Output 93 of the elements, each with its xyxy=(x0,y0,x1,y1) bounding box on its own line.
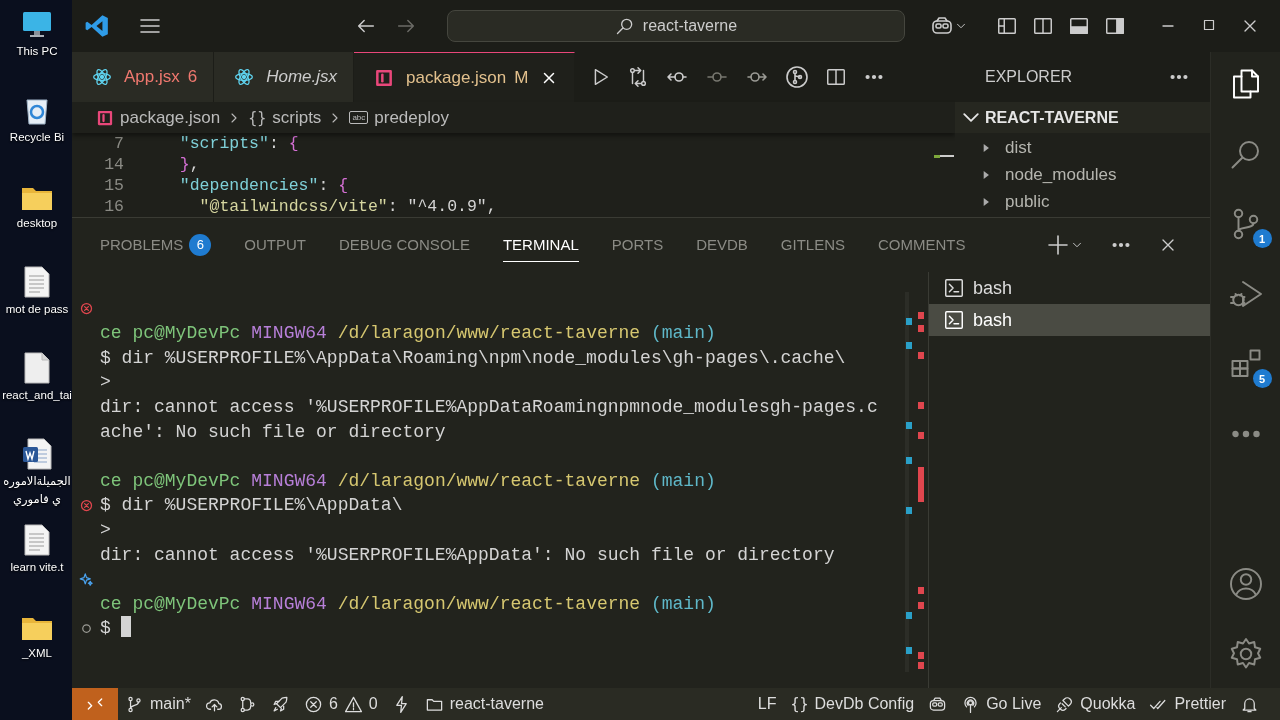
desktop-icon-label: desktop xyxy=(16,216,58,230)
warning-icon xyxy=(343,694,363,714)
panel-tab[interactable]: DEBUG CONSOLE xyxy=(339,228,470,262)
react-icon xyxy=(92,67,112,87)
string-icon: abc xyxy=(349,111,369,124)
panel-tab[interactable]: DEVDB xyxy=(696,228,748,262)
panel-tab[interactable]: TERMINAL xyxy=(502,228,579,262)
desktop-icon-label: ي فاموري xyxy=(13,492,61,506)
sidebar-title: EXPLORER xyxy=(985,68,1073,86)
desktop-icon-label: _XML xyxy=(21,646,52,660)
breadcrumb-item[interactable]: scripts xyxy=(272,107,322,128)
app-logo xyxy=(84,13,110,39)
secondary-sidebar-icon[interactable] xyxy=(1104,15,1126,37)
git-icon[interactable] xyxy=(785,65,810,89)
editor-tab[interactable]: App.jsx 6 xyxy=(72,52,215,102)
editor-tab[interactable]: Home.jsx xyxy=(214,52,355,102)
status-item[interactable]: Prettier xyxy=(1142,688,1233,720)
chevron-icon xyxy=(963,113,979,122)
status-item[interactable]: Go Live xyxy=(954,688,1049,720)
text-file-icon[interactable] xyxy=(24,524,50,556)
code-line: "dependencies": { xyxy=(178,175,349,196)
code-line: "scripts": { xyxy=(178,133,299,154)
terminal-output: dir: cannot access '%USERPROFILE%AppData': No such file or directory xyxy=(100,543,835,567)
desktop-icon-label: This PC xyxy=(16,44,58,58)
status-item[interactable]: react-taverne xyxy=(417,688,551,720)
terminal-icon xyxy=(943,309,965,331)
terminal-prompt: ce pc@MyDevPc MINGW64 /d/laragon/www/react-taverne (main) xyxy=(100,322,716,346)
search-icon xyxy=(614,16,635,36)
panel-tab[interactable]: PROBLEMS 6 xyxy=(100,228,212,262)
search-field[interactable]: react-taverne xyxy=(447,10,905,42)
cursor xyxy=(120,616,131,638)
status-item[interactable]: {} DevDb Config xyxy=(783,688,922,720)
terminal-output: ache': No such file or directory xyxy=(100,420,446,444)
terminal-output: $ dir %USERPROFILE%\AppData\ xyxy=(100,494,403,518)
terminal-output: > xyxy=(100,518,111,542)
braces-icon: {} xyxy=(248,108,267,127)
terminal-output: > xyxy=(100,371,111,395)
status-item[interactable]: Quokka xyxy=(1048,688,1143,720)
terminal-list-item[interactable]: bash xyxy=(929,272,1210,304)
problems-indicator[interactable]: 6 0 xyxy=(296,688,385,720)
text-file-icon[interactable] xyxy=(24,266,50,298)
count-badge: 5 xyxy=(1252,369,1272,388)
minimap[interactable] xyxy=(934,155,954,159)
folder-header[interactable]: REACT-TAVERNE xyxy=(955,102,1210,133)
word-document-icon[interactable] xyxy=(22,438,52,470)
plug-icon xyxy=(1055,694,1075,714)
line-number: 7 xyxy=(113,133,125,154)
line-number: 14 xyxy=(103,154,125,175)
breadcrumb-item[interactable]: package.json xyxy=(120,107,221,128)
error-icon xyxy=(303,694,323,714)
error-icon xyxy=(78,498,94,514)
branch-icon xyxy=(125,694,144,714)
panel-tab[interactable]: PORTS xyxy=(611,228,664,262)
react-icon xyxy=(234,67,255,87)
terminal-prompt: ce pc@MyDevPc MINGW64 /d/laragon/www/react-taverne (main) xyxy=(100,592,716,616)
count-badge: 6 xyxy=(189,233,212,256)
panel-tab[interactable]: COMMENTS xyxy=(878,228,966,262)
json-file-icon xyxy=(374,67,395,88)
sidebar-toggle-icon[interactable] xyxy=(1032,15,1054,37)
line-number: 16 xyxy=(103,196,125,217)
terminal-input[interactable]: $ xyxy=(100,616,111,641)
code-line: }, xyxy=(178,154,200,175)
account-icon[interactable] xyxy=(1227,566,1264,602)
desktop-icon-label: الجميلةالاموره xyxy=(3,474,71,488)
panel-tab[interactable]: OUTPUT xyxy=(244,228,307,262)
terminal-prompt: ce pc@MyDevPc MINGW64 /d/laragon/www/react-taverne (main) xyxy=(100,469,716,493)
status-item[interactable]: main* xyxy=(118,688,198,720)
tree-item[interactable]: dist xyxy=(955,134,1210,161)
count-badge: 1 xyxy=(1252,229,1272,248)
tree-item[interactable]: public xyxy=(955,188,1210,215)
breadcrumb-item[interactable]: predeploy xyxy=(374,107,449,128)
panel-toggle-icon[interactable] xyxy=(1068,15,1090,37)
split-editor-icon[interactable] xyxy=(825,66,848,88)
desktop-icon-label: mot de pass xyxy=(5,302,69,316)
terminal-output: $ dir %USERPROFILE%\AppData\Roaming\npm\node_modules\gh-pages\.cache\ xyxy=(100,346,846,370)
desktop-icon-label: react_and_tai xyxy=(2,388,72,402)
desktop-icon-label: learn vite.t xyxy=(10,560,64,574)
terminal-output: dir: cannot access '%USERPROFILE%AppDataRoamingnpmnode_modulesgh-pages.c xyxy=(100,395,878,419)
status-item[interactable]: LF xyxy=(750,688,784,720)
layout-icon[interactable] xyxy=(996,15,1018,37)
desktop-icon-label: Recycle Bi xyxy=(9,130,65,144)
terminal-list-item[interactable]: bash xyxy=(929,304,1210,336)
tree-item[interactable]: node_modules xyxy=(955,161,1210,188)
error-icon xyxy=(78,301,94,317)
scrollbar-overview[interactable] xyxy=(905,292,925,672)
line-number: 15 xyxy=(103,175,125,196)
file-icon[interactable] xyxy=(24,352,50,384)
new-terminal-icon[interactable] xyxy=(1046,233,1070,257)
panel-tab[interactable]: GITLENS xyxy=(780,228,846,262)
code-line: "@tailwindcss/vite": "^4.0.9", xyxy=(198,196,497,217)
terminal-icon xyxy=(943,277,965,299)
sparkle-icon xyxy=(78,571,94,587)
json-file-icon xyxy=(96,108,114,127)
